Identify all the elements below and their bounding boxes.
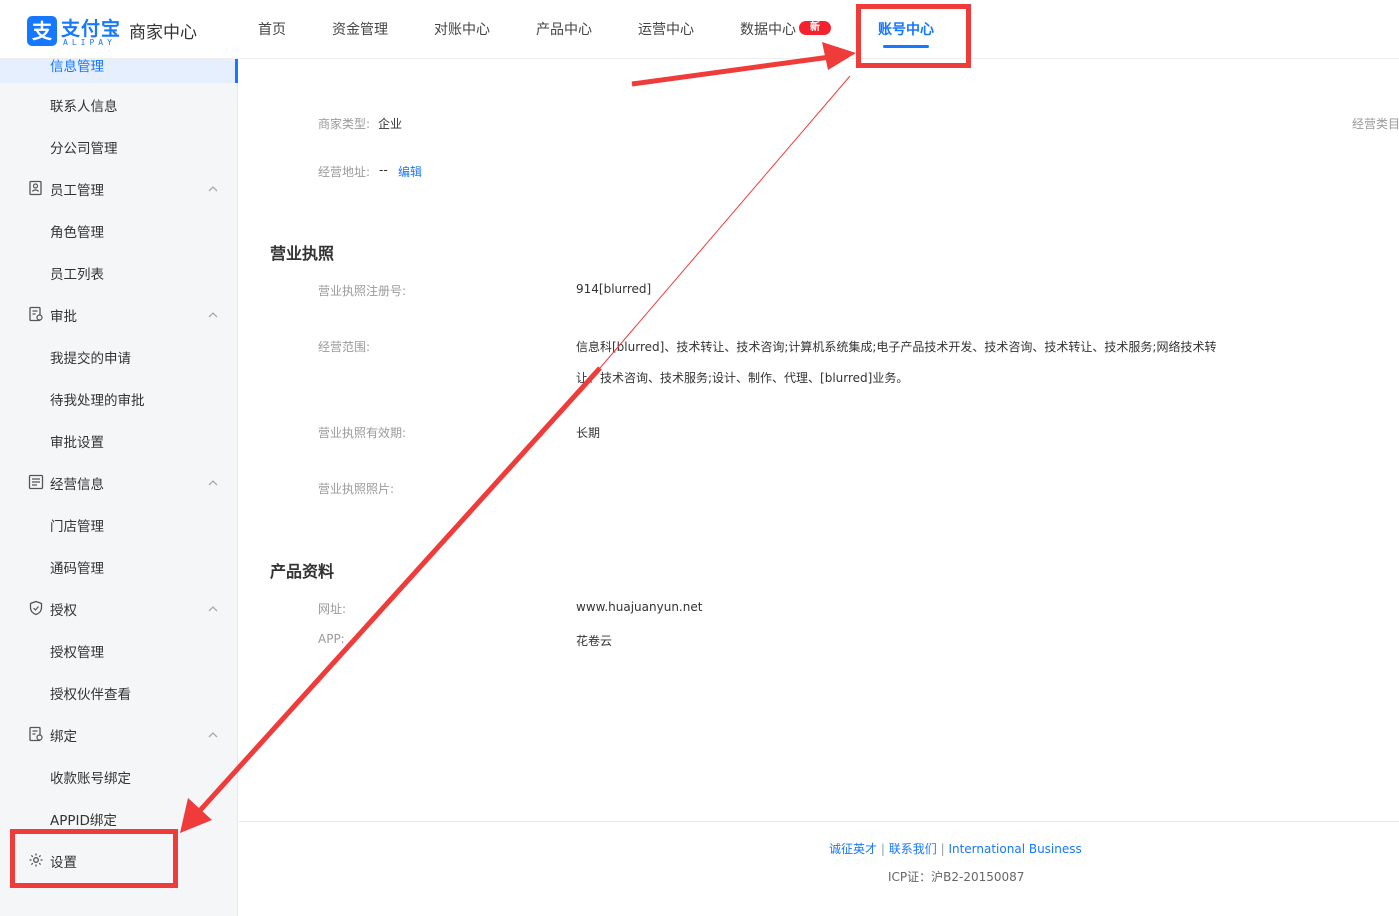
sidebar-group-business[interactable]: 经营信息: [50, 473, 104, 493]
website-label: 网址:: [318, 602, 347, 616]
logo-text-en: ALIPAY: [63, 38, 116, 47]
top-navigation-bar: 支 支付宝 ALIPAY 商家中心 首页 资金管理 对账中心 产品中心 运营中心…: [0, 0, 1399, 59]
sidebar: 信息管理 联系人信息 分公司管理 员工管理 角色管理 员工列表 审批 我提交的申…: [0, 59, 238, 916]
sidebar-item-contact[interactable]: 联系人信息: [50, 95, 118, 115]
business-scope-label: 经营范围:: [318, 340, 371, 354]
sidebar-item-auth-partner[interactable]: 授权伙伴查看: [50, 683, 131, 703]
alipay-logo-icon: 支: [27, 16, 57, 46]
sidebar-item-store[interactable]: 门店管理: [50, 515, 104, 535]
footer-separator: |: [880, 842, 885, 856]
business-category-label: 经营类目: [1352, 117, 1399, 131]
alipay-logo[interactable]: 支 支付宝 ALIPAY: [27, 14, 120, 47]
license-photo-label: 营业执照照片:: [318, 482, 395, 496]
annotation-box-settings: [10, 829, 178, 888]
chevron-up-icon[interactable]: [207, 309, 219, 321]
sidebar-group-staff[interactable]: 员工管理: [50, 179, 104, 199]
sidebar-item-auth-manage[interactable]: 授权管理: [50, 641, 104, 661]
footer-link-careers[interactable]: 诚征英才: [829, 842, 877, 856]
business-address-label: 经营地址:: [318, 165, 371, 179]
business-scope-line-1: 信息科[blurred]、技术转让、技术咨询;计算机系统集成;电子产品技术开发、…: [576, 340, 1217, 354]
sidebar-item-branch[interactable]: 分公司管理: [50, 137, 118, 157]
chevron-up-icon[interactable]: [207, 477, 219, 489]
app-title: 商家中心: [129, 23, 197, 43]
product-section-title: 产品资料: [270, 562, 335, 581]
sidebar-group-bind[interactable]: 绑定: [50, 725, 77, 745]
footer-link-international[interactable]: International Business: [948, 842, 1081, 856]
approval-icon: [29, 306, 43, 322]
nav-reconciliation[interactable]: 对账中心: [434, 19, 490, 39]
nav-home[interactable]: 首页: [258, 19, 286, 39]
sidebar-item-pending-approval[interactable]: 待我处理的审批: [50, 389, 145, 409]
app-value: 花卷云: [576, 634, 613, 648]
sidebar-item-my-submitted[interactable]: 我提交的申请: [50, 347, 131, 367]
business-address-value: --: [379, 163, 388, 177]
sidebar-item-appid-bind[interactable]: APPID绑定: [50, 809, 117, 829]
business-info-icon: [28, 474, 44, 490]
license-validity-value: 长期: [576, 426, 601, 440]
website-value: www.huajuanyun.net: [576, 600, 703, 614]
footer-icp: ICP证：沪B2-20150087: [888, 870, 1025, 884]
logo-text-cn: 支付宝: [61, 18, 122, 40]
app-label: APP:: [318, 632, 345, 646]
staff-icon: [29, 180, 42, 196]
business-scope-line-2: 让、技术咨询、技术服务;设计、制作、代理、[blurred]业务。: [576, 371, 909, 385]
chevron-up-icon[interactable]: [207, 603, 219, 615]
merchant-type-label: 商家类型:: [318, 117, 371, 131]
footer-divider: [239, 821, 1399, 822]
chevron-up-icon[interactable]: [207, 183, 219, 195]
nav-products[interactable]: 产品中心: [536, 19, 592, 39]
sidebar-group-authorization[interactable]: 授权: [50, 599, 77, 619]
chevron-up-icon[interactable]: [207, 729, 219, 741]
merchant-type-value: 企业: [378, 117, 403, 131]
license-number-value: 914[blurred]: [576, 282, 652, 296]
nav-funds[interactable]: 资金管理: [332, 19, 388, 39]
nav-data[interactable]: 数据中心: [740, 19, 796, 39]
footer-link-contact[interactable]: 联系我们: [889, 842, 937, 856]
bind-icon: [29, 726, 43, 742]
footer-separator: |: [940, 842, 945, 856]
sidebar-item-label: 信息管理: [50, 59, 104, 75]
license-section-title: 营业执照: [270, 244, 335, 263]
sidebar-item-role[interactable]: 角色管理: [50, 221, 104, 241]
license-validity-label: 营业执照有效期:: [318, 426, 407, 440]
shield-icon: [29, 600, 43, 616]
edit-address-link[interactable]: 编辑: [398, 163, 422, 180]
nav-operations[interactable]: 运营中心: [638, 19, 694, 39]
sidebar-item-approval-settings[interactable]: 审批设置: [50, 431, 104, 451]
sidebar-item-code[interactable]: 通码管理: [50, 557, 104, 577]
license-number-label: 营业执照注册号:: [318, 284, 407, 298]
sidebar-item-receive-bind[interactable]: 收款账号绑定: [50, 767, 131, 787]
annotation-box-account-center: [856, 4, 971, 68]
sidebar-group-approval[interactable]: 审批: [50, 305, 77, 325]
footer-links: 诚征英才 | 联系我们 | International Business: [829, 840, 1082, 857]
sidebar-item-staff-list[interactable]: 员工列表: [50, 263, 104, 283]
new-badge: 新: [799, 21, 831, 35]
sidebar-item-info-manage[interactable]: 信息管理: [0, 59, 238, 83]
main-content: 商家类型: 企业 经营类目 经营地址: -- 编辑 营业执照 营业执照注册号: …: [239, 59, 1399, 916]
